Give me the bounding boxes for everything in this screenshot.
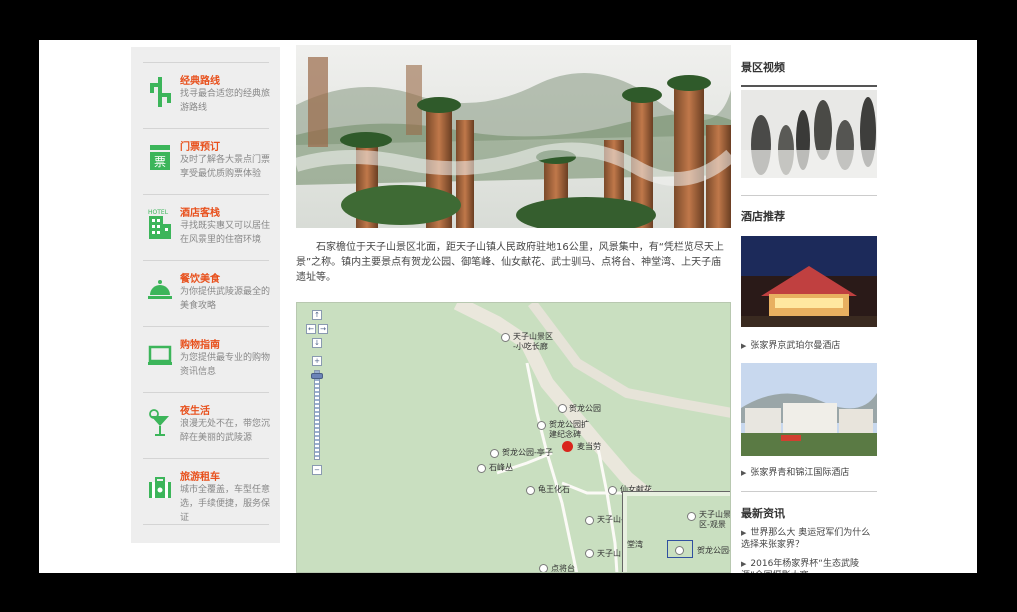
map-poi-icon[interactable] xyxy=(585,516,594,525)
sidebar-item-title[interactable]: 购物指南 xyxy=(180,336,220,351)
sidebar-item-classic-routes[interactable]: 经典路线 找寻最合适您的经典旅游路线 xyxy=(143,62,271,127)
hotel-building-icon: HOTEL xyxy=(148,209,171,239)
hotel-photo-day[interactable] xyxy=(741,363,877,456)
map-label[interactable]: 贺龙公园扩 建纪念碑 xyxy=(549,420,589,440)
right-column: 景区视频 酒店推荐 ▶ 张家界京武珀尔曼酒店 ▶ 张家界青和锦江国际酒店 最新资… xyxy=(741,40,877,573)
news-link[interactable]: ▶ 世界那么大 奥运冠军们为什么选择来张家界？ xyxy=(741,527,877,551)
scenic-video-thumbnail[interactable] xyxy=(741,90,877,178)
pan-right-button[interactable]: → xyxy=(318,324,328,334)
sidebar-item-title[interactable]: 夜生活 xyxy=(180,402,210,417)
map-label[interactable]: 贺龙公园 xyxy=(569,404,601,414)
map-poi-icon[interactable] xyxy=(558,404,567,413)
news-section-heading: 最新资讯 xyxy=(741,507,785,520)
svg-text:票: 票 xyxy=(154,155,166,169)
map-poi-icon[interactable] xyxy=(526,486,535,495)
heading-underline xyxy=(741,85,877,87)
sidebar-item-desc: 浪漫无处不在，带您沉醉在美丽的武陵源 xyxy=(180,419,271,443)
device-frame: 经典路线 找寻最合适您的经典旅游路线 票 门票预订 及时了解各大景点门票享受最优… xyxy=(0,0,1017,612)
arrow-right-icon: ▶ xyxy=(741,529,747,537)
pan-down-button[interactable]: ↓ xyxy=(312,338,322,348)
map-overview-inset[interactable]: 天子山景区-观景 堂湾 贺龙公园-亭 xyxy=(622,491,731,572)
overview-label: 贺龙公园-亭 xyxy=(697,546,730,555)
arrow-right-icon: ▶ xyxy=(741,560,747,568)
hotel-photo-night[interactable] xyxy=(741,236,877,327)
map-poi-icon[interactable] xyxy=(539,564,548,572)
zoom-slider[interactable] xyxy=(311,370,323,460)
map-label[interactable]: 天子山景区 -小吃长廊 xyxy=(513,332,553,352)
zoom-out-button[interactable]: − xyxy=(312,465,322,475)
map-label[interactable]: 贺龙公园-亭子 xyxy=(502,448,553,458)
svg-text:HOTEL: HOTEL xyxy=(148,209,169,216)
hero-landscape-image xyxy=(296,45,731,228)
map-label[interactable]: 麦当劳 xyxy=(577,442,601,452)
car-rental-icon xyxy=(149,477,171,498)
sidebar-item-shopping[interactable]: 购物指南 为您提供最专业的购物资讯信息 xyxy=(143,326,271,391)
sidebar-item-nightlife[interactable]: 夜生活 浪漫无处不在，带您沉醉在美丽的武陵源 xyxy=(143,392,271,457)
page-viewport: 经典路线 找寻最合适您的经典旅游路线 票 门票预订 及时了解各大景点门票享受最优… xyxy=(39,40,977,573)
sidebar-item-tickets[interactable]: 票 门票预订 及时了解各大景点门票享受最优质购票体验 xyxy=(143,128,271,193)
hotel-link[interactable]: ▶ 张家界京武珀尔曼酒店 xyxy=(741,340,840,352)
sidebar-item-hotels[interactable]: HOTEL 酒店客栈 寻找既实惠又可以居住在风景里的住宿环境 xyxy=(143,194,271,259)
services-sidebar: 经典路线 找寻最合适您的经典旅游路线 票 门票预订 及时了解各大景点门票享受最优… xyxy=(131,47,280,543)
arrow-right-icon: ▶ xyxy=(741,469,747,477)
sidebar-item-title[interactable]: 旅游租车 xyxy=(180,468,220,483)
route-sign-icon xyxy=(150,77,171,107)
map-poi-icon[interactable] xyxy=(477,464,486,473)
map-poi-icon[interactable] xyxy=(585,549,594,558)
map-poi-icon[interactable] xyxy=(490,449,499,458)
sidebar-item-desc: 为您提供最专业的购物资讯信息 xyxy=(180,353,271,377)
cocktail-icon xyxy=(149,409,169,436)
overview-label: 堂湾 xyxy=(627,540,643,549)
sidebar-item-food[interactable]: 餐饮美食 为你提供武陵源最全的美食攻略 xyxy=(143,260,271,325)
sidebar-item-title[interactable]: 门票预订 xyxy=(180,138,220,153)
ticket-icon: 票 xyxy=(150,145,170,170)
map-label[interactable]: 龟王化石 xyxy=(538,485,570,495)
sidebar-item-desc: 找寻最合适您的经典旅游路线 xyxy=(180,89,271,113)
overview-map-area xyxy=(627,496,730,572)
map-label[interactable]: 点将台 xyxy=(551,564,575,572)
map-poi-icon xyxy=(675,546,684,555)
hotel-section-heading: 酒店推荐 xyxy=(741,210,785,223)
news-link[interactable]: ▶2016年杨家界杯“生态武陵源”全国摄影大赛 xyxy=(741,558,877,573)
sidebar-item-desc: 城市全覆盖，车型任意选，手续便捷，服务保证 xyxy=(180,485,271,523)
arrow-right-icon: ▶ xyxy=(741,342,747,350)
sidebar-item-desc: 及时了解各大景点门票享受最优质购票体验 xyxy=(180,155,271,179)
video-section-heading: 景区视频 xyxy=(741,61,785,74)
food-cloche-icon xyxy=(148,280,172,299)
sidebar-item-desc: 寻找既实惠又可以居住在风景里的住宿环境 xyxy=(180,221,271,245)
sidebar-item-title[interactable]: 酒店客栈 xyxy=(180,204,220,219)
sidebar-item-title[interactable]: 餐饮美食 xyxy=(180,270,220,285)
shopping-laptop-icon xyxy=(148,345,172,365)
mcdonalds-marker-icon[interactable] xyxy=(562,441,573,452)
sidebar-item-title[interactable]: 经典路线 xyxy=(180,72,220,87)
overview-label: 天子山景 区-观景 xyxy=(699,510,731,529)
hotel-link[interactable]: ▶ 张家界青和锦江国际酒店 xyxy=(741,467,849,479)
sidebar-item-car-rental[interactable]: 旅游租车 城市全覆盖，车型任意选，手续便捷，服务保证 xyxy=(143,458,271,523)
map-poi-icon xyxy=(687,512,696,521)
map-poi-icon[interactable] xyxy=(608,486,617,495)
zoom-in-button[interactable]: + xyxy=(312,356,322,366)
zoom-slider-handle[interactable] xyxy=(311,373,323,379)
map-poi-icon[interactable] xyxy=(501,333,510,342)
pan-left-button[interactable]: ← xyxy=(306,324,316,334)
sidebar-item-desc: 为你提供武陵源最全的美食攻略 xyxy=(180,287,271,311)
sidebar-divider xyxy=(143,524,269,525)
map-label[interactable]: 天子山 xyxy=(597,549,621,559)
map-label[interactable]: 石峰丛 xyxy=(489,463,513,473)
pan-up-button[interactable]: ↑ xyxy=(312,310,322,320)
section-divider xyxy=(741,195,877,196)
scenic-map[interactable]: ↑ ← → ↓ + − 天子山景区 -小吃长廊 贺龙公园 贺龙公园扩 建纪念碑 麦当… xyxy=(296,302,731,573)
section-divider xyxy=(741,491,877,492)
scenic-description: 石家檐位于天子山景区北面，距天子山镇人民政府驻地16公里，风景集中，有“凭栏览尽… xyxy=(296,242,724,283)
map-poi-icon[interactable] xyxy=(537,421,546,430)
